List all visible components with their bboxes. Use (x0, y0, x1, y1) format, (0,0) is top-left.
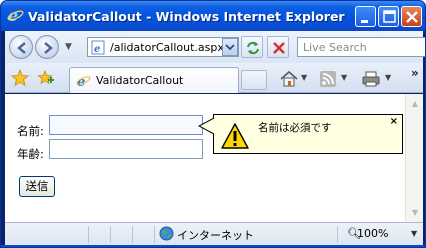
minimize-icon (361, 20, 368, 23)
scroll-up-icon[interactable]: ▲ (407, 95, 423, 112)
globe-icon (159, 226, 174, 241)
status-cell (89, 226, 111, 243)
name-label: 名前: (17, 124, 44, 138)
age-label: 年齢: (17, 147, 44, 161)
maximize-button[interactable] (378, 6, 399, 27)
name-field[interactable] (49, 115, 203, 135)
address-dropdown-button[interactable] (222, 38, 238, 56)
validator-callout: 名前は必須です × (213, 114, 403, 154)
refresh-button[interactable] (241, 36, 263, 58)
feeds-dropdown-icon[interactable]: ▼ (341, 73, 347, 82)
close-button[interactable] (401, 6, 422, 27)
stop-button[interactable] (267, 36, 289, 58)
home-dropdown-icon[interactable]: ▼ (301, 73, 307, 82)
callout-pointer (198, 118, 215, 134)
status-cell (133, 226, 155, 243)
submit-button[interactable]: 送信 (19, 176, 55, 197)
age-field[interactable] (49, 139, 203, 159)
back-arrow-icon (17, 42, 26, 54)
svg-text:e: e (94, 44, 100, 55)
zoom-level[interactable]: 100% (357, 227, 388, 240)
address-bar[interactable]: e /alidatorCallout.aspx (87, 37, 239, 57)
refresh-icon (247, 41, 259, 55)
forward-arrow-icon (44, 42, 53, 54)
tab-validatorcallout[interactable]: e ValidatorCallout (69, 67, 239, 93)
back-button[interactable] (9, 35, 33, 59)
new-tab-button[interactable] (241, 70, 267, 90)
favorites-star-icon[interactable] (11, 69, 29, 87)
status-divider (337, 226, 338, 243)
home-icon[interactable] (279, 70, 299, 88)
print-icon[interactable] (361, 70, 381, 88)
navigation-bar: ▼ e /alidatorCallout.aspx Live Search (5, 31, 425, 63)
more-commands-icon[interactable]: » (411, 66, 419, 80)
stop-icon (273, 42, 285, 54)
ie-icon: e (7, 7, 24, 24)
address-text[interactable]: /alidatorCallout.aspx (110, 41, 224, 54)
status-bar: インターネット 🔍︎ 100% ▼ (5, 222, 423, 245)
callout-message: 名前は必須です (258, 122, 332, 134)
close-icon (406, 11, 418, 23)
zoom-dropdown-icon[interactable]: ▼ (411, 229, 417, 238)
print-dropdown-icon[interactable]: ▼ (385, 73, 391, 82)
forward-button[interactable] (35, 35, 59, 59)
window-title: ValidatorCallout - Windows Internet Expl… (28, 9, 345, 24)
maximize-icon (383, 10, 396, 23)
status-cell (5, 226, 89, 243)
vertical-scrollbar[interactable]: ▲ ▼ (405, 94, 423, 222)
tab-label: ValidatorCallout (96, 74, 184, 87)
page-content: 名前: 年齢: 送信 名前は必須です × (5, 94, 405, 222)
page-icon: e (91, 40, 105, 55)
warning-icon (221, 123, 249, 149)
add-favorites-icon[interactable] (37, 69, 55, 87)
chevron-down-icon (225, 44, 235, 51)
security-zone: インターネット (177, 229, 254, 242)
search-placeholder: Live Search (303, 41, 367, 54)
minimize-button[interactable] (355, 6, 376, 27)
history-dropdown-icon[interactable]: ▼ (65, 42, 72, 52)
search-input[interactable]: Live Search (297, 37, 425, 57)
svg-text:e: e (77, 75, 85, 88)
callout-close-button[interactable]: × (390, 116, 398, 127)
title-bar[interactable]: e ValidatorCallout - Windows Internet Ex… (1, 1, 425, 31)
scroll-down-icon[interactable]: ▼ (407, 204, 423, 221)
browser-window: e ValidatorCallout - Windows Internet Ex… (0, 0, 426, 248)
tab-bar: e ValidatorCallout ▼ ▼ ▼ » (5, 63, 423, 93)
rss-icon[interactable] (319, 70, 337, 88)
ie-page-icon: e (76, 75, 91, 88)
status-cell (111, 226, 133, 243)
